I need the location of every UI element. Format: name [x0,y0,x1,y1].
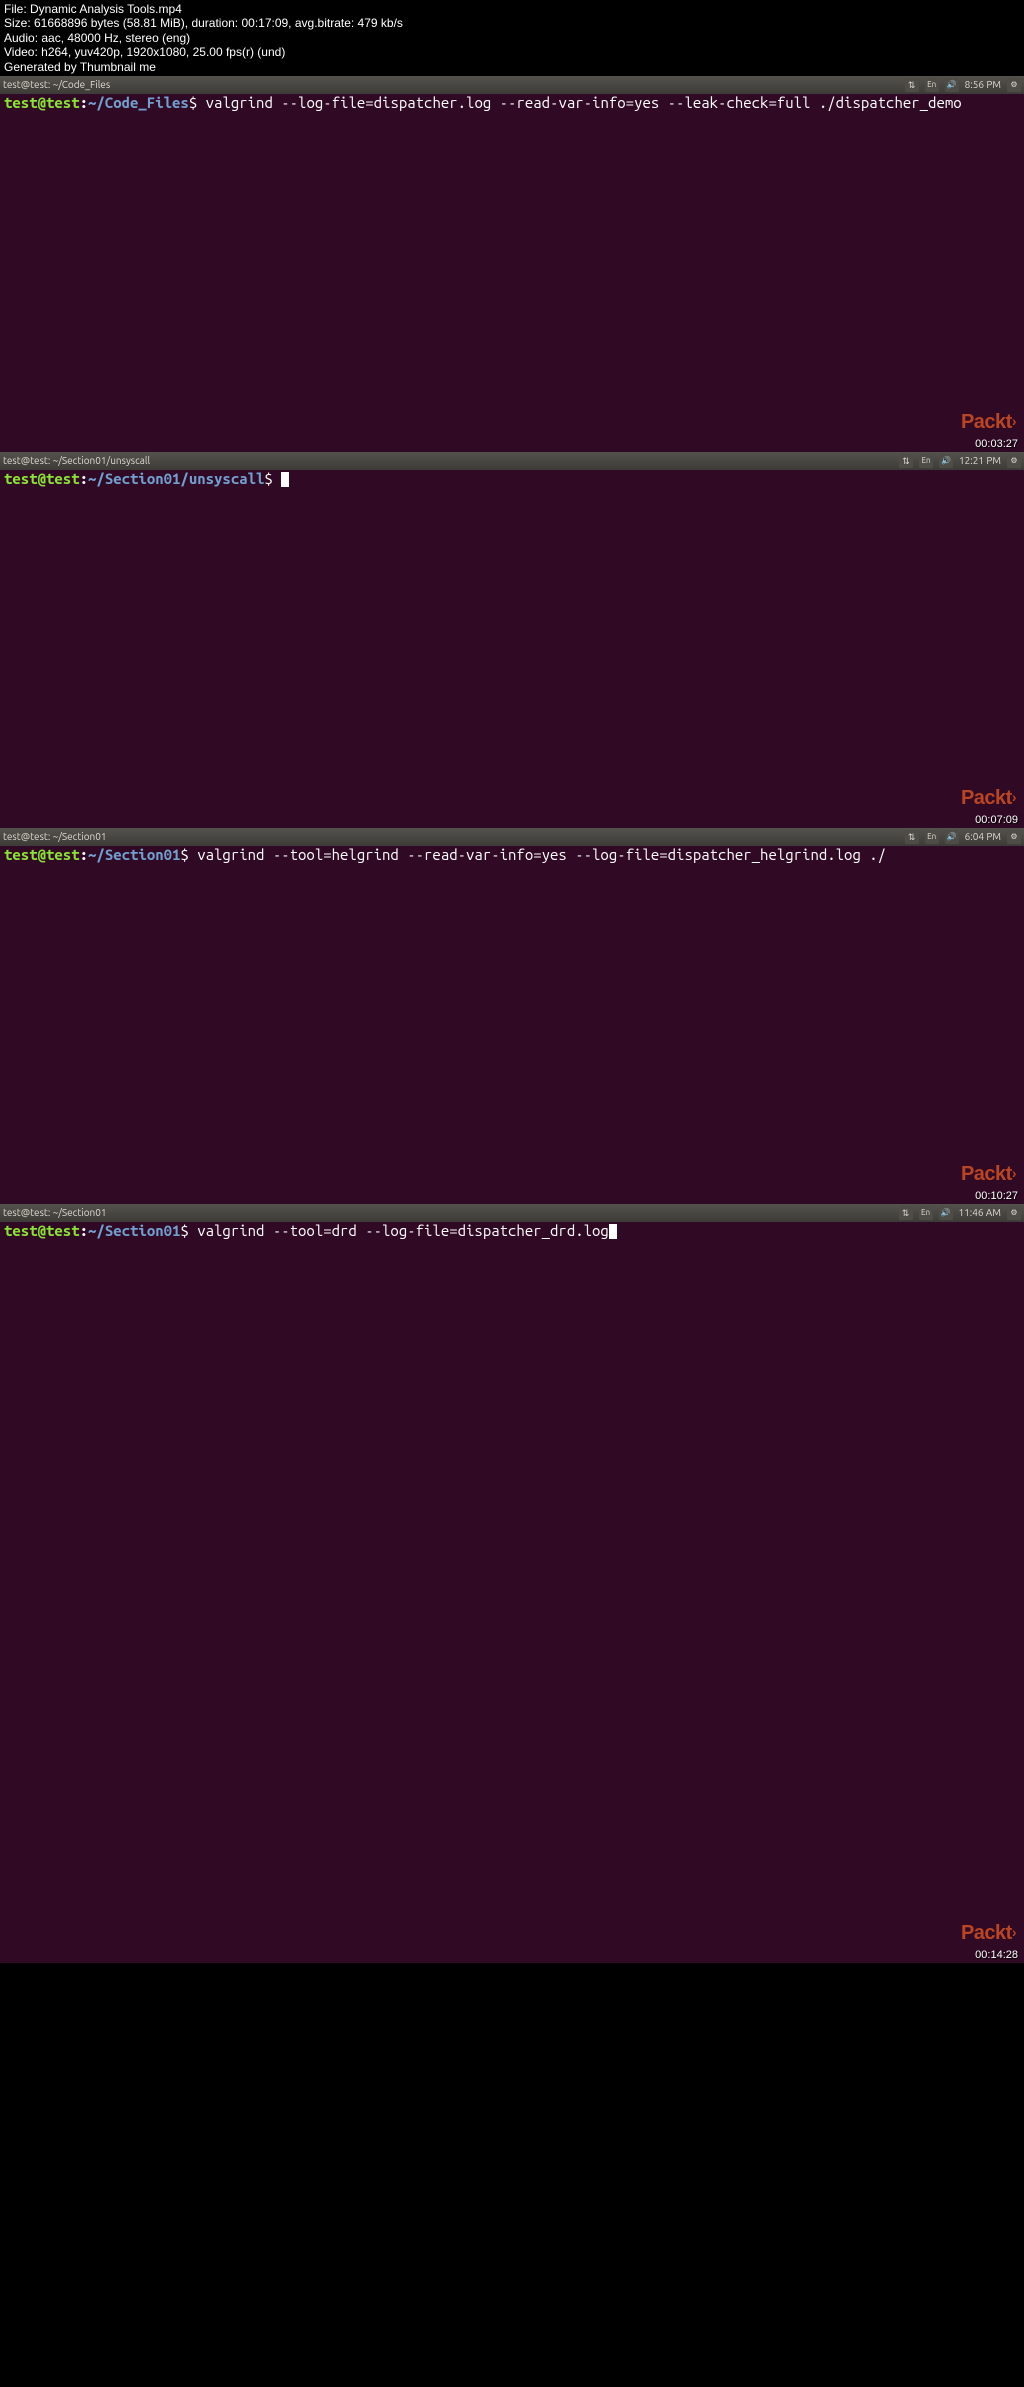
terminal-pane-3: test@test: ~/Section01 En 6:04 PM ⚙ test… [0,828,1024,1204]
clock[interactable]: 6:04 PM [965,831,1001,842]
prompt-path: ~/Code_Files [88,94,189,111]
language-indicator[interactable]: En [925,830,939,844]
language-indicator[interactable]: En [919,454,933,468]
window-titlebar[interactable]: test@test: ~/Section01 En 6:04 PM ⚙ [0,828,1024,846]
gear-icon[interactable]: ⚙ [1007,1206,1021,1220]
prompt-user: test@test [4,470,80,487]
volume-icon[interactable] [939,454,953,468]
system-tray: En 11:46 AM ⚙ [899,1206,1022,1220]
system-tray: En 6:04 PM ⚙ [905,830,1021,844]
terminal-body[interactable]: test@test:~/Section01$ valgrind --tool=d… [0,1222,1024,1240]
gear-icon[interactable]: ⚙ [1007,830,1021,844]
prompt-user: test@test [4,846,80,863]
cursor [281,472,289,487]
video-timestamp: 00:07:09 [975,814,1018,826]
command-text: valgrind --tool=helgrind --read-var-info… [197,846,886,863]
command-text: valgrind --tool=drd --log-file=dispatche… [197,1222,609,1239]
system-tray: En 8:56 PM ⚙ [905,78,1021,92]
prompt-user: test@test [4,94,80,111]
packt-watermark: Packt› [961,787,1016,810]
window-titlebar[interactable]: test@test: ~/Code_Files En 8:56 PM ⚙ [0,76,1024,94]
window-title: test@test: ~/Section01/unsyscall [3,455,899,466]
network-icon[interactable] [905,78,919,92]
network-icon[interactable] [899,454,913,468]
system-tray: En 12:21 PM ⚙ [899,454,1021,468]
packt-watermark: Packt› [961,1922,1016,1945]
audio-line: Audio: aac, 48000 Hz, stereo (eng) [4,31,1020,45]
cursor [609,1224,617,1239]
command-text: valgrind --log-file=dispatcher.log --rea… [206,94,962,111]
language-indicator[interactable]: En [919,1206,933,1220]
terminal-body[interactable]: test@test:~/Section01/unsyscall$ [0,470,1024,488]
video-timestamp: 00:14:28 [975,1949,1018,1961]
video-metadata-header: File: Dynamic Analysis Tools.mp4 Size: 6… [0,0,1024,76]
size-line: Size: 61668896 bytes (58.81 MiB), durati… [4,16,1020,30]
volume-icon[interactable] [945,830,959,844]
network-icon[interactable] [905,830,919,844]
volume-icon[interactable] [939,1206,953,1220]
language-indicator[interactable]: En [925,78,939,92]
volume-icon[interactable] [945,78,959,92]
video-line: Video: h264, yuv420p, 1920x1080, 25.00 f… [4,45,1020,59]
video-timestamp: 00:03:27 [975,438,1018,450]
video-timestamp: 00:10:27 [975,1190,1018,1202]
network-icon[interactable] [899,1206,913,1220]
terminal-pane-2: test@test: ~/Section01/unsyscall En 12:2… [0,452,1024,828]
gear-icon[interactable]: ⚙ [1007,78,1021,92]
prompt-user: test@test [4,1222,80,1239]
prompt-path: ~/Section01 [88,846,180,863]
window-titlebar[interactable]: test@test: ~/Section01 En 11:46 AM ⚙ [0,1204,1024,1222]
packt-watermark: Packt› [961,411,1016,434]
packt-watermark: Packt› [961,1163,1016,1186]
terminal-body[interactable]: test@test:~/Section01$ valgrind --tool=h… [0,846,1024,864]
window-titlebar[interactable]: test@test: ~/Section01/unsyscall En 12:2… [0,452,1024,470]
prompt-path: ~/Section01/unsyscall [88,470,264,487]
terminal-pane-4: test@test: ~/Section01 En 11:46 AM ⚙ tes… [0,1204,1024,1963]
prompt-path: ~/Section01 [88,1222,180,1239]
clock[interactable]: 12:21 PM [959,455,1001,466]
clock[interactable]: 8:56 PM [965,79,1001,90]
window-title: test@test: ~/Section01 [3,1207,899,1218]
gear-icon[interactable]: ⚙ [1007,454,1021,468]
clock[interactable]: 11:46 AM [959,1207,1002,1218]
window-title: test@test: ~/Section01 [3,831,905,842]
generator-line: Generated by Thumbnail me [4,60,1020,74]
file-line: File: Dynamic Analysis Tools.mp4 [4,2,1020,16]
terminal-body[interactable]: test@test:~/Code_Files$ valgrind --log-f… [0,94,1024,112]
terminal-pane-1: test@test: ~/Code_Files En 8:56 PM ⚙ tes… [0,76,1024,452]
window-title: test@test: ~/Code_Files [3,79,905,90]
